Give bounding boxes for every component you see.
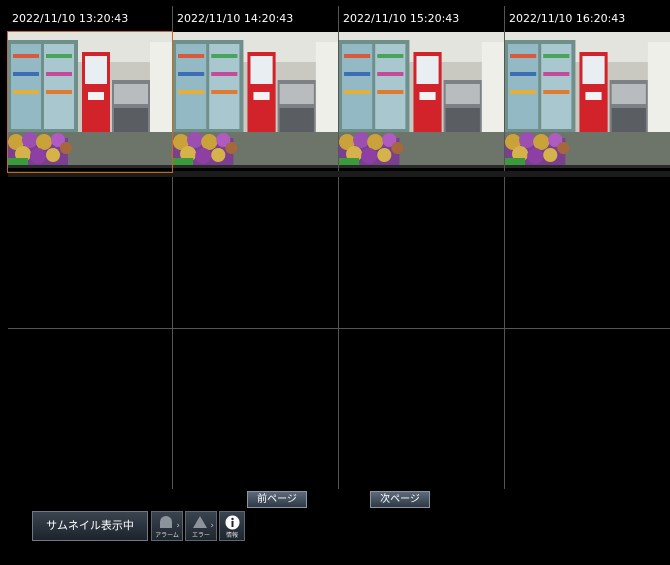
store-camera-image: [505, 32, 670, 168]
info-button[interactable]: 情報: [219, 511, 245, 541]
timestamp-label: 2022/11/10 15:20:43: [339, 6, 460, 32]
thumbnail-tile-3[interactable]: 2022/11/10 15:20:43: [339, 6, 504, 171]
camera-thumbnail[interactable]: [173, 32, 338, 168]
grid-divider: [8, 328, 670, 329]
camera-thumbnail[interactable]: [8, 32, 172, 168]
timestamp-label: 2022/11/10 13:20:43: [8, 6, 129, 32]
timestamp-label: 2022/11/10 16:20:43: [505, 6, 626, 32]
thumbnail-tile-4[interactable]: 2022/11/10 16:20:43: [505, 6, 670, 171]
alarm-button[interactable]: › アラーム: [151, 511, 183, 541]
error-label: エラー: [191, 532, 210, 539]
alarm-label: アラーム: [155, 532, 179, 539]
thumbnail-display-button[interactable]: サムネイル表示中: [32, 511, 148, 541]
info-icon: [225, 515, 240, 530]
info-label: 情報: [225, 532, 238, 539]
timestamp-label: 2022/11/10 14:20:43: [173, 6, 294, 32]
store-camera-image: [8, 32, 172, 168]
error-button[interactable]: › エラー: [185, 511, 217, 541]
thumbnail-tile-2[interactable]: 2022/11/10 14:20:43: [173, 6, 338, 171]
camera-thumbnail[interactable]: [339, 32, 504, 168]
grid-divider: [8, 171, 670, 177]
alarm-icon: [160, 516, 172, 528]
store-camera-image: [339, 32, 504, 168]
camera-thumbnail[interactable]: [505, 32, 670, 168]
thumbnail-grid: 2022/11/10 13:20:43 2022/11/10 14:20:43 …: [7, 6, 670, 489]
next-page-button[interactable]: 次ページ: [370, 491, 430, 508]
warning-icon: [193, 516, 207, 528]
prev-page-button[interactable]: 前ページ: [247, 491, 307, 508]
store-camera-image: [173, 32, 338, 168]
thumbnail-tile-1[interactable]: 2022/11/10 13:20:43: [7, 6, 173, 173]
